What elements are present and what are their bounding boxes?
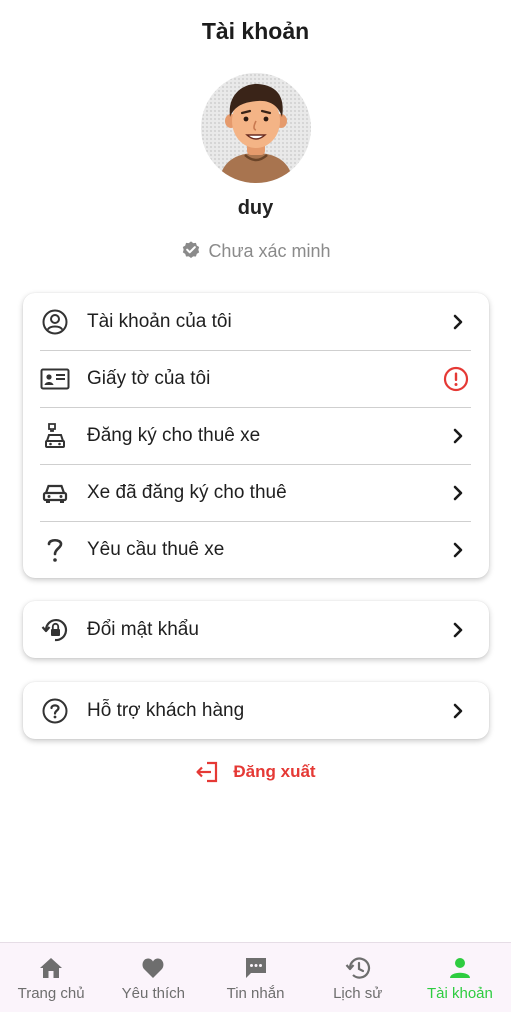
username: duy xyxy=(237,197,274,219)
history-icon xyxy=(345,957,370,979)
chevron-right-icon xyxy=(453,542,463,557)
chat-icon xyxy=(245,958,266,978)
help-circle-icon xyxy=(40,696,70,726)
menu-item-customer-support[interactable]: Hỗ trợ khách hàng xyxy=(23,682,489,739)
nav-label: Yêu thích xyxy=(121,985,185,1002)
nav-item-favorites[interactable]: Yêu thích xyxy=(102,943,204,1012)
avatar[interactable] xyxy=(201,73,311,183)
nav-item-history[interactable]: Lịch sử xyxy=(307,943,409,1012)
menu-item-change-password[interactable]: Đổi mật khẩu xyxy=(23,601,489,658)
nav-label: Tài khoản xyxy=(426,985,493,1002)
question-mark-icon xyxy=(40,535,70,565)
logout-button[interactable]: Đăng xuất xyxy=(0,761,511,783)
menu-item-label: Yêu cầu thuê xe xyxy=(87,538,225,560)
chevron-right-icon xyxy=(453,622,463,637)
nav-label: Lịch sử xyxy=(333,985,383,1002)
account-circle-icon xyxy=(40,307,70,337)
menu-item-label: Đổi mật khẩu xyxy=(87,618,199,640)
id-card-icon xyxy=(40,364,70,394)
menu-item-label: Hỗ trợ khách hàng xyxy=(87,699,245,721)
nav-item-account[interactable]: Tài khoản xyxy=(409,943,511,1012)
menu-item-label: Giấy tờ của tôi xyxy=(87,367,211,389)
avatar-illustration xyxy=(219,83,293,183)
warning-icon xyxy=(443,366,469,391)
chevron-right-icon xyxy=(453,314,463,329)
menu-item-rental-requests[interactable]: Yêu cầu thuê xe xyxy=(23,521,489,578)
verification-status-text: Chưa xác minh xyxy=(208,240,331,261)
nav-item-messages[interactable]: Tin nhắn xyxy=(204,943,306,1012)
home-icon xyxy=(40,958,63,978)
logout-label: Đăng xuất xyxy=(233,762,316,781)
account-menu-card: Tài khoản của tôi Giấy tờ của tôi Đăng k… xyxy=(23,293,489,578)
chevron-right-icon xyxy=(453,428,463,443)
menu-item-registered-cars[interactable]: Xe đã đăng ký cho thuê xyxy=(23,464,489,521)
logout-icon xyxy=(196,761,218,783)
nav-label: Tin nhắn xyxy=(226,985,285,1002)
heart-icon xyxy=(142,958,164,978)
menu-item-label: Tài khoản của tôi xyxy=(87,310,232,332)
person-icon xyxy=(449,958,470,978)
bottom-navigation: Trang chủ Yêu thích Tin nhắn Lịch sử Tài… xyxy=(0,942,511,1012)
menu-item-my-account[interactable]: Tài khoản của tôi xyxy=(23,293,489,350)
change-password-card: Đổi mật khẩu xyxy=(23,601,489,658)
support-card: Hỗ trợ khách hàng xyxy=(23,682,489,739)
chevron-right-icon xyxy=(453,703,463,718)
menu-item-my-documents[interactable]: Giấy tờ của tôi xyxy=(23,350,489,407)
menu-item-label: Xe đã đăng ký cho thuê xyxy=(87,481,287,503)
menu-item-register-rental[interactable]: Đăng ký cho thuê xe xyxy=(23,407,489,464)
page-title: Tài khoản xyxy=(201,18,310,44)
nav-label: Trang chủ xyxy=(17,985,85,1002)
chevron-right-icon xyxy=(453,485,463,500)
menu-item-label: Đăng ký cho thuê xe xyxy=(87,424,261,446)
verified-badge-icon xyxy=(183,241,200,259)
lock-reset-icon xyxy=(40,615,70,645)
nav-item-home[interactable]: Trang chủ xyxy=(0,943,102,1012)
verification-status: Chưa xác minh xyxy=(0,240,511,262)
car-rental-icon xyxy=(40,421,70,451)
car-icon xyxy=(40,478,70,508)
